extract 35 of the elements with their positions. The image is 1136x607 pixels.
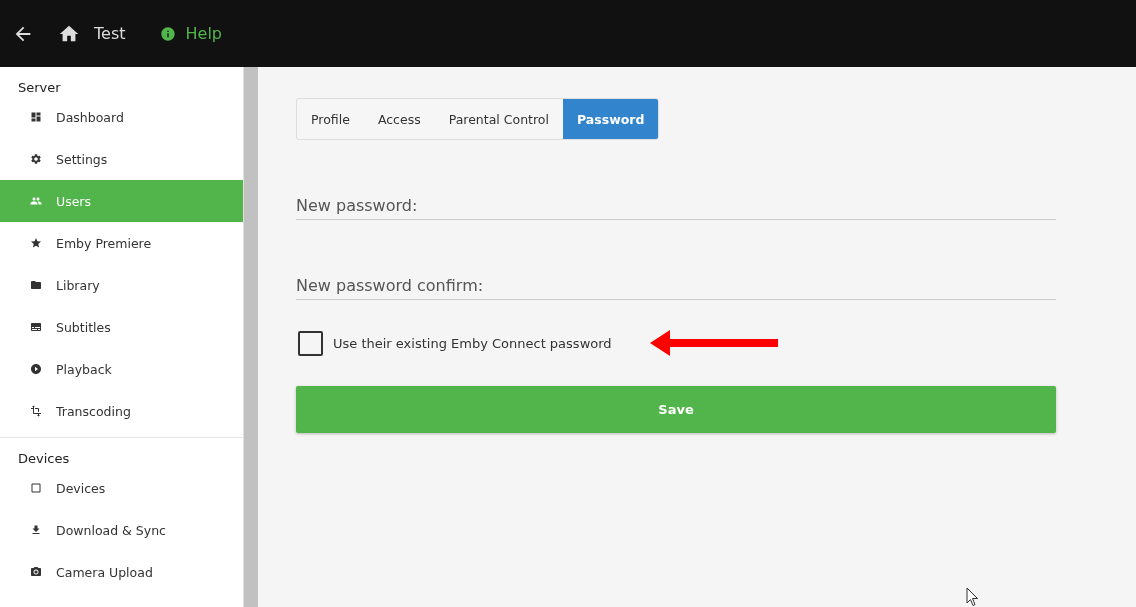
sidebar-item[interactable]: Camera Upload — [0, 551, 243, 593]
crop-icon — [30, 405, 42, 417]
sidebar-item[interactable]: Download & Sync — [0, 509, 243, 551]
info-icon — [159, 25, 176, 42]
section-title: Server — [17, 79, 62, 96]
section-title: Devices — [17, 450, 71, 467]
subtitles-icon — [30, 321, 42, 333]
sidebar-item[interactable]: Dashboard — [0, 96, 243, 138]
scrollbar[interactable] — [243, 67, 258, 607]
dashboard-icon — [30, 111, 42, 123]
sidebar-item[interactable]: Emby Premiere — [0, 222, 243, 264]
play-icon — [30, 363, 42, 375]
sidebar-item[interactable]: Library — [0, 264, 243, 306]
sidebar-item[interactable]: Transcoding — [0, 390, 243, 432]
arrow-icon — [649, 330, 778, 356]
gear-icon — [30, 153, 42, 165]
password-field[interactable]: New password: — [296, 196, 1056, 220]
people-icon — [30, 195, 42, 207]
sidebar-item[interactable]: Playback — [0, 348, 243, 390]
tab[interactable]: Parental Control — [434, 99, 563, 139]
checkbox-label: Use their existing Emby Connect password — [333, 335, 612, 351]
camera-icon — [30, 566, 42, 578]
star-icon — [30, 237, 42, 249]
page-title: Test — [94, 24, 126, 43]
checkbox[interactable] — [298, 330, 323, 356]
tab[interactable]: Password — [563, 99, 659, 139]
sidebar-item[interactable]: Devices — [0, 467, 243, 509]
sidebar-item[interactable]: Settings — [0, 138, 243, 180]
download-icon — [30, 524, 42, 536]
folder-icon — [30, 279, 42, 291]
help-link[interactable]: Help — [185, 24, 222, 43]
tab[interactable]: Profile — [297, 99, 364, 139]
password-field[interactable]: New password confirm: — [296, 276, 1056, 300]
tab[interactable]: Access — [363, 99, 435, 139]
sidebar-item[interactable]: Subtitles — [0, 306, 243, 348]
